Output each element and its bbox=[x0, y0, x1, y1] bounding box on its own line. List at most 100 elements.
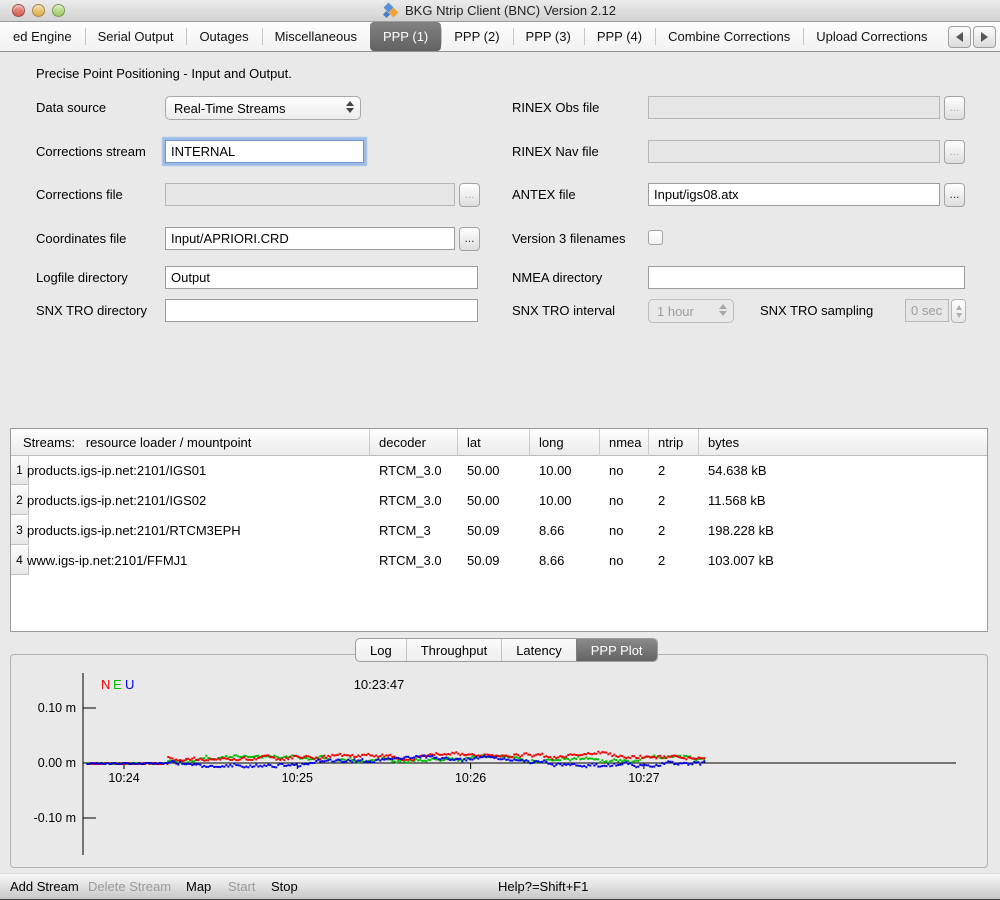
tab-outages[interactable]: Outages bbox=[186, 22, 261, 51]
header-separator bbox=[369, 429, 370, 456]
cell-mountpoint: products.igs-ip.net:2101/IGS01 bbox=[27, 456, 206, 486]
table-row[interactable]: 1products.igs-ip.net:2101/IGS01RTCM_3.05… bbox=[11, 456, 987, 486]
tab-ppp-3-[interactable]: PPP (3) bbox=[513, 22, 584, 51]
tab-ppp-1-[interactable]: PPP (1) bbox=[370, 22, 441, 51]
cell-lat: 50.00 bbox=[467, 456, 500, 486]
tab-combine-corrections[interactable]: Combine Corrections bbox=[655, 22, 803, 51]
chevron-right-icon bbox=[981, 32, 988, 42]
snx-tro-sampling-input bbox=[905, 299, 949, 322]
data-source-select[interactable]: Real-Time Streams bbox=[165, 96, 361, 120]
cell-bytes: 54.638 kB bbox=[708, 456, 767, 486]
cell-nmea: no bbox=[609, 546, 623, 576]
table-row[interactable]: 3products.igs-ip.net:2101/RTCM3EPHRTCM_3… bbox=[11, 516, 987, 546]
app-icon bbox=[384, 3, 399, 18]
cell-decoder: RTCM_3.0 bbox=[379, 456, 442, 486]
tab-ed-engine[interactable]: ed Engine bbox=[0, 22, 85, 51]
streams-table-header: Streams: resource loader / mountpointdec… bbox=[11, 429, 987, 456]
column-header: lat bbox=[467, 429, 481, 456]
tab-ppp-4-[interactable]: PPP (4) bbox=[584, 22, 655, 51]
tab-scroll-left-button[interactable] bbox=[948, 26, 971, 48]
tab-serial-output[interactable]: Serial Output bbox=[85, 22, 187, 51]
table-row[interactable]: 4www.igs-ip.net:2101/FFMJ1RTCM_3.050.098… bbox=[11, 546, 987, 576]
tab-miscellaneous[interactable]: Miscellaneous bbox=[262, 22, 370, 51]
bottom-toolbar: Help?=Shift+F1 Add Stream Delete Stream Ma… bbox=[0, 873, 1000, 899]
corrections-file-label: Corrections file bbox=[36, 184, 123, 206]
header-separator bbox=[698, 429, 699, 456]
logfile-directory-input[interactable] bbox=[165, 266, 478, 289]
coordinates-file-label: Coordinates file bbox=[36, 228, 126, 250]
corrections-stream-label: Corrections stream bbox=[36, 141, 146, 163]
ppp-plot-panel[interactable]: 0.10 m0.00 m-0.10 m10:2410:2510:2610:27N… bbox=[10, 654, 988, 868]
snx-tro-interval-label: SNX TRO interval bbox=[512, 300, 615, 322]
header-separator bbox=[529, 429, 530, 456]
svg-text:10:26: 10:26 bbox=[455, 771, 486, 785]
chevron-left-icon bbox=[956, 32, 963, 42]
svg-text:10:24: 10:24 bbox=[108, 771, 139, 785]
rinex-obs-file-browse-button: ... bbox=[944, 96, 965, 120]
svg-text:0.00 m: 0.00 m bbox=[38, 756, 76, 770]
coordinates-file-input[interactable] bbox=[165, 227, 455, 250]
stop-button[interactable]: Stop bbox=[271, 874, 298, 900]
cell-mountpoint: products.igs-ip.net:2101/IGS02 bbox=[27, 486, 206, 516]
cell-long: 10.00 bbox=[539, 486, 572, 516]
help-shortcut-label: Help?=Shift+F1 bbox=[498, 874, 588, 900]
window-title: BKG Ntrip Client (BNC) Version 2.12 bbox=[384, 3, 616, 18]
cell-decoder: RTCM_3.0 bbox=[379, 486, 442, 516]
tab-throughput[interactable]: Throughput bbox=[406, 639, 502, 661]
data-source-label: Data source bbox=[36, 97, 106, 119]
tab-upload-corrections[interactable]: Upload Corrections bbox=[803, 22, 940, 51]
tab-latency[interactable]: Latency bbox=[501, 639, 576, 661]
header-separator bbox=[648, 429, 649, 456]
minimize-button[interactable] bbox=[32, 4, 45, 17]
svg-text:10:23:47: 10:23:47 bbox=[354, 677, 405, 692]
page-title: Precise Point Positioning - Input and Ou… bbox=[36, 66, 292, 81]
cell-lat: 50.09 bbox=[467, 546, 500, 576]
cell-bytes: 198.228 kB bbox=[708, 516, 774, 546]
corrections-file-input bbox=[165, 183, 455, 206]
rinex-nav-file-input bbox=[648, 140, 940, 163]
add-stream-button[interactable]: Add Stream bbox=[10, 874, 79, 900]
tab-ppp-2-[interactable]: PPP (2) bbox=[441, 22, 512, 51]
antex-file-browse-button[interactable]: ... bbox=[944, 183, 965, 207]
cell-nmea: no bbox=[609, 486, 623, 516]
svg-text:N: N bbox=[101, 677, 110, 692]
cell-nmea: no bbox=[609, 456, 623, 486]
column-header: long bbox=[539, 429, 564, 456]
antex-file-input[interactable] bbox=[648, 183, 940, 206]
svg-text:-0.10 m: -0.10 m bbox=[34, 811, 76, 825]
header-separator bbox=[457, 429, 458, 456]
svg-text:0.10 m: 0.10 m bbox=[38, 701, 76, 715]
map-button[interactable]: Map bbox=[186, 874, 211, 900]
snx-tro-directory-input[interactable] bbox=[165, 299, 478, 322]
svg-text:E: E bbox=[113, 677, 122, 692]
start-button: Start bbox=[228, 874, 255, 900]
ppp-plot-canvas[interactable]: 0.10 m0.00 m-0.10 m10:2410:2510:2610:27N… bbox=[11, 655, 987, 867]
snx-tro-sampling-label: SNX TRO sampling bbox=[760, 300, 873, 322]
zoom-button[interactable] bbox=[52, 4, 65, 17]
rinex-obs-file-label: RINEX Obs file bbox=[512, 97, 599, 119]
cell-decoder: RTCM_3 bbox=[379, 516, 431, 546]
delete-stream-button: Delete Stream bbox=[88, 874, 171, 900]
svg-text:U: U bbox=[125, 677, 134, 692]
updown-arrows-icon bbox=[346, 101, 354, 113]
close-button[interactable] bbox=[12, 4, 25, 17]
column-header: bytes bbox=[708, 429, 739, 456]
cell-ntrip: 2 bbox=[658, 516, 665, 546]
svg-text:10:25: 10:25 bbox=[282, 771, 313, 785]
cell-mountpoint: products.igs-ip.net:2101/RTCM3EPH bbox=[27, 516, 241, 546]
table-row[interactable]: 2products.igs-ip.net:2101/IGS02RTCM_3.05… bbox=[11, 486, 987, 516]
cell-bytes: 103.007 kB bbox=[708, 546, 774, 576]
tab-scroll-right-button[interactable] bbox=[973, 26, 996, 48]
corrections-stream-input[interactable] bbox=[165, 140, 364, 163]
tab-log[interactable]: Log bbox=[356, 639, 406, 661]
version3-filenames-checkbox[interactable] bbox=[648, 230, 663, 245]
rinex-obs-file-input bbox=[648, 96, 940, 119]
rinex-nav-file-label: RINEX Nav file bbox=[512, 141, 599, 163]
coordinates-file-browse-button[interactable]: ... bbox=[459, 227, 480, 251]
column-header: ntrip bbox=[658, 429, 683, 456]
snx-tro-sampling-spinner bbox=[951, 299, 966, 323]
nmea-directory-input[interactable] bbox=[648, 266, 965, 289]
cell-long: 8.66 bbox=[539, 546, 564, 576]
tab-ppp-plot[interactable]: PPP Plot bbox=[576, 639, 657, 661]
cell-decoder: RTCM_3.0 bbox=[379, 546, 442, 576]
